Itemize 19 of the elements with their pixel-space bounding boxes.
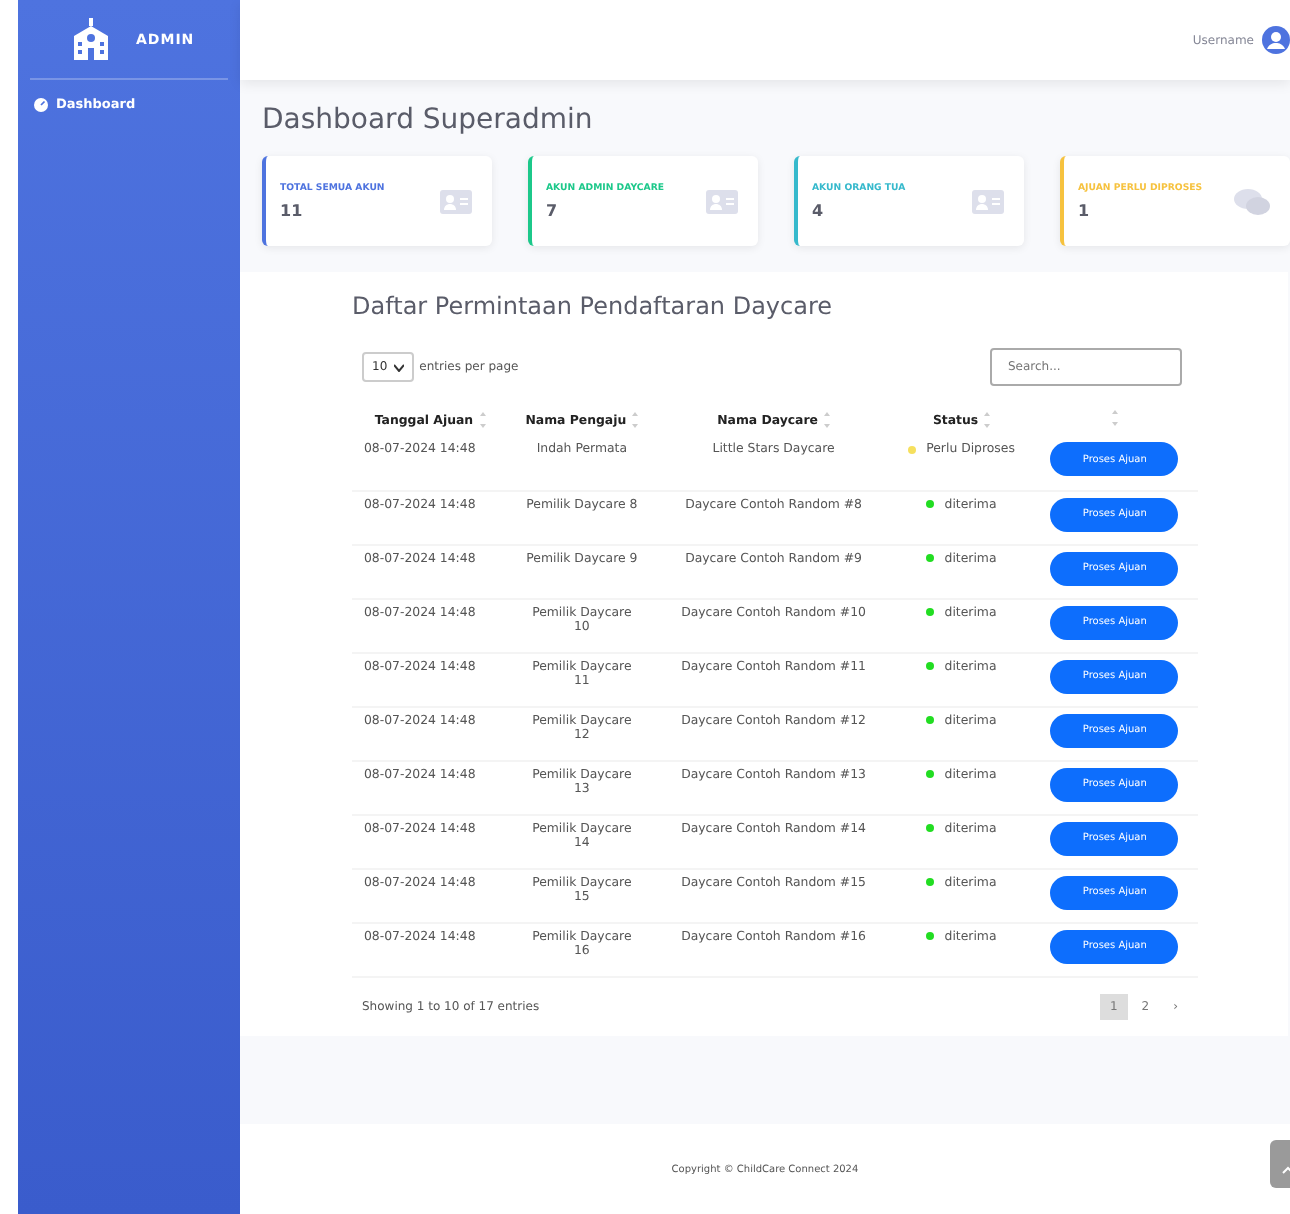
id-card-icon [972,189,1004,213]
sort-icon [632,412,639,428]
table-title: Daftar Permintaan Pendaftaran Daycare [352,292,835,320]
stat-value: 11 [280,201,305,219]
page-title: Dashboard Superadmin [262,104,595,136]
id-card-icon [706,189,738,213]
school-building-icon [74,18,108,60]
id-card-icon [440,189,472,213]
comments-icon [1234,187,1270,215]
stat-value: 1 [1078,201,1092,219]
stat-value: 4 [812,201,826,219]
stat-value: 7 [546,201,560,219]
sort-icon [479,412,486,428]
user-avatar-icon[interactable] [1262,26,1290,54]
caret-icon [393,363,404,371]
sort-icon [984,412,991,428]
dashboard-gauge-icon [34,97,48,111]
sort-icon [823,412,830,428]
sort-icon [1111,410,1118,426]
